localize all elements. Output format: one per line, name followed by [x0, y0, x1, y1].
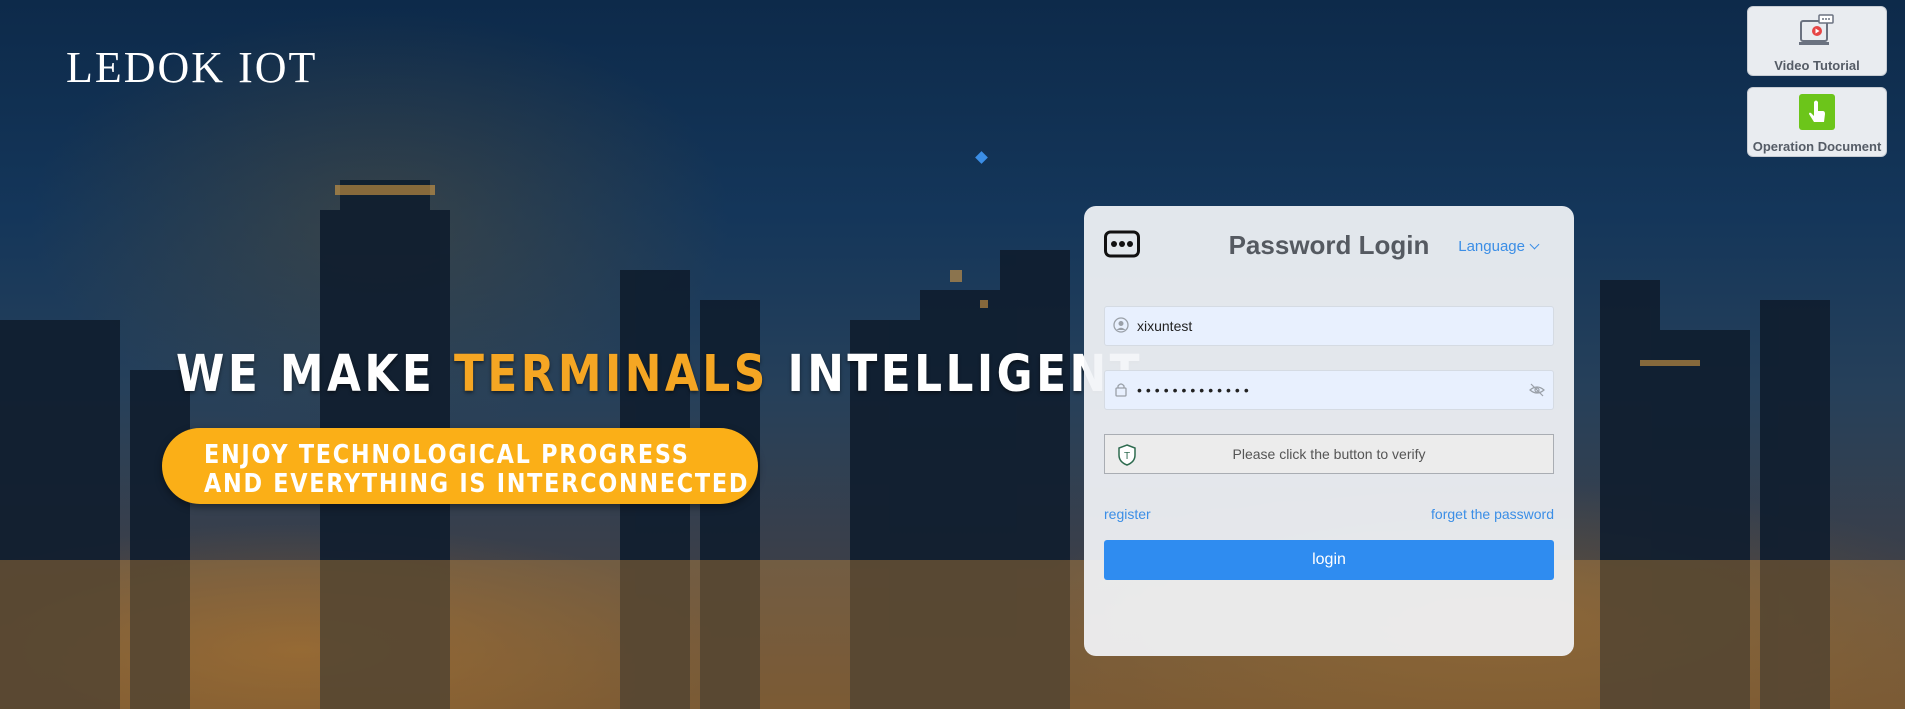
- chevron-down-icon: [1529, 239, 1540, 250]
- hero-headline: WE MAKE TERMINALS INTELLIGENT: [176, 345, 1143, 404]
- operation-document-label: Operation Document: [1752, 139, 1882, 154]
- brand-logo: LEDOK IOT: [66, 43, 318, 92]
- tagline-pill: ENJOY TECHNOLOGICAL PROGRESS AND EVERYTH…: [162, 428, 758, 504]
- verify-text: Please click the button to verify: [1232, 446, 1426, 462]
- captcha-verify-button[interactable]: T Please click the button to verify: [1104, 434, 1554, 474]
- eye-hidden-icon[interactable]: [1529, 382, 1545, 398]
- lock-icon: [1115, 383, 1127, 397]
- login-button[interactable]: login: [1104, 540, 1554, 580]
- username-input[interactable]: [1137, 307, 1517, 345]
- username-field[interactable]: [1104, 306, 1554, 346]
- tagline-line-1: ENJOY TECHNOLOGICAL PROGRESS: [204, 440, 690, 470]
- video-tutorial-label: Video Tutorial: [1774, 58, 1860, 73]
- login-card: Password Login Language T Please click t…: [1084, 206, 1574, 656]
- hand-pointer-icon: [1799, 94, 1835, 130]
- headline-part1: WE MAKE: [176, 345, 436, 404]
- password-field[interactable]: [1104, 370, 1554, 410]
- language-label: Language: [1458, 238, 1525, 255]
- forgot-password-link[interactable]: forget the password: [1431, 506, 1554, 522]
- video-tutorial-icon: [1799, 14, 1834, 45]
- tagline-line-2: AND EVERYTHING IS INTERCONNECTED: [204, 469, 750, 499]
- headline-accent: TERMINALS: [453, 345, 769, 404]
- video-tutorial-button[interactable]: Video Tutorial: [1747, 6, 1887, 76]
- register-link[interactable]: register: [1104, 506, 1151, 522]
- password-input[interactable]: [1137, 371, 1517, 409]
- language-selector[interactable]: Language: [1458, 238, 1540, 255]
- operation-document-button[interactable]: Operation Document: [1747, 87, 1887, 157]
- user-icon: [1113, 317, 1129, 333]
